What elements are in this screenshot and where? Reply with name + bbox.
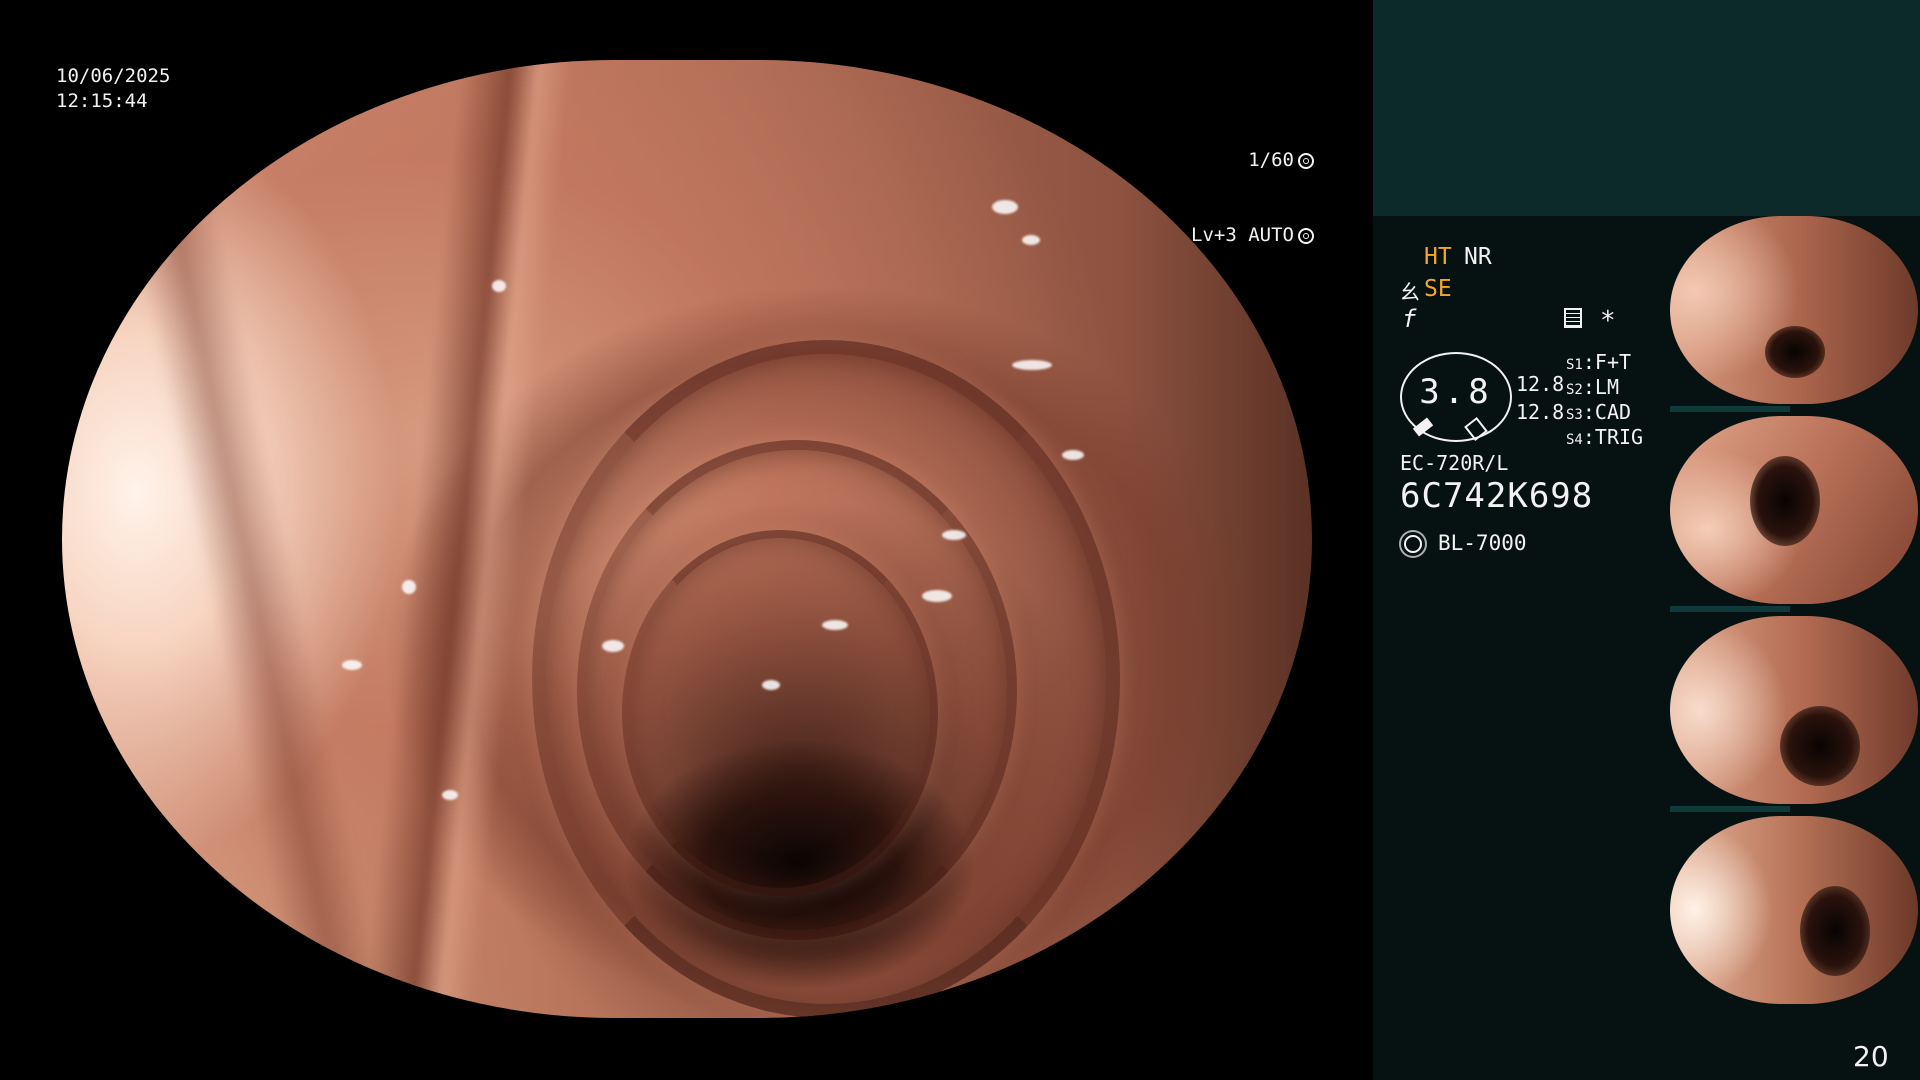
switch-value: CAD [1594,400,1632,424]
thumbnail-lumen [1800,886,1870,976]
thumbnail-bar [1670,606,1790,612]
mode-se: SE [1424,276,1452,302]
page-number: 20 [1853,1040,1889,1073]
switch-s4: S4:TRIG [1566,425,1644,449]
document-icon [1564,308,1582,328]
sun-icon [1404,535,1422,553]
light-source: BL-7000 [1438,531,1527,555]
switch-s1: S1:F+T [1566,350,1632,374]
scope-serial: 6C742K698 [1400,476,1594,516]
thumbnail-lumen [1780,706,1860,786]
side-panel-header [1373,0,1920,216]
switch-s3: S3:CAD [1566,400,1632,424]
mucosal-fold [119,160,395,1018]
light-reflection [492,280,506,292]
gauge-number-1: 12.8 [1516,372,1565,396]
endoscopy-screen: 10/06/2025 12:15:44 1/60 Lv+3 AUTO HT NR … [0,0,1920,1080]
auto-iris-icon [1298,227,1314,244]
exposure-info: 1/60 Lv+3 AUTO [1191,98,1314,298]
thumbnail-lumen [1765,326,1825,378]
light-reflection [942,530,966,540]
light-reflection [602,640,624,652]
captured-thumbnail-1[interactable] [1670,216,1918,404]
switch-value: TRIG [1594,425,1644,449]
time-text: 12:15:44 [56,90,148,112]
light-reflection [342,660,362,670]
mode-ht: HT [1424,244,1452,270]
gauge-number-2: 12.8 [1516,400,1565,424]
se-mode-icon: ⺓ [1400,280,1420,304]
mucosal-fold [360,60,574,1018]
haustral-fold [622,530,938,896]
captured-thumbnail-3[interactable] [1670,616,1918,804]
shutter-row: 1/60 [1191,148,1314,173]
aperture-icon [1298,152,1314,169]
light-reflection [922,590,952,602]
light-reflection [992,200,1018,214]
shutter-speed: 1/60 [1248,149,1294,171]
level-row: Lv+3 AUTO [1191,223,1314,248]
switch-key: S4 [1566,432,1583,448]
gauge-value: 3.8 [1419,372,1493,412]
thumbnail-lumen [1750,456,1820,546]
scope-model: EC-720R/L [1400,451,1509,475]
thumbnail-bar [1670,806,1790,812]
star-icon: * [1600,306,1616,336]
light-reflection [1012,360,1052,370]
date-time-display: 10/06/2025 12:15:44 [56,64,170,114]
switch-key: S3 [1566,407,1583,423]
date-text: 10/06/2025 [56,65,171,87]
f-mode-icon: f [1402,305,1417,333]
switch-s2: S2:LM [1566,375,1619,399]
captured-thumbnail-4[interactable] [1670,816,1918,1004]
light-reflection [442,790,458,800]
thumbnail-bar [1670,406,1790,412]
switch-key: S2 [1566,382,1583,398]
brightness-level: Lv+3 AUTO [1191,224,1294,246]
switch-value: LM [1594,375,1619,399]
light-reflection [1062,450,1084,460]
light-reflection [822,620,848,630]
endoscope-live-image [62,60,1312,1018]
light-reflection [402,580,416,594]
captured-thumbnail-2[interactable] [1670,416,1918,604]
light-reflection [762,680,780,690]
switch-value: F+T [1594,350,1632,374]
light-reflection [1022,235,1040,245]
mode-nr: NR [1464,244,1492,270]
switch-key: S1 [1566,357,1583,373]
